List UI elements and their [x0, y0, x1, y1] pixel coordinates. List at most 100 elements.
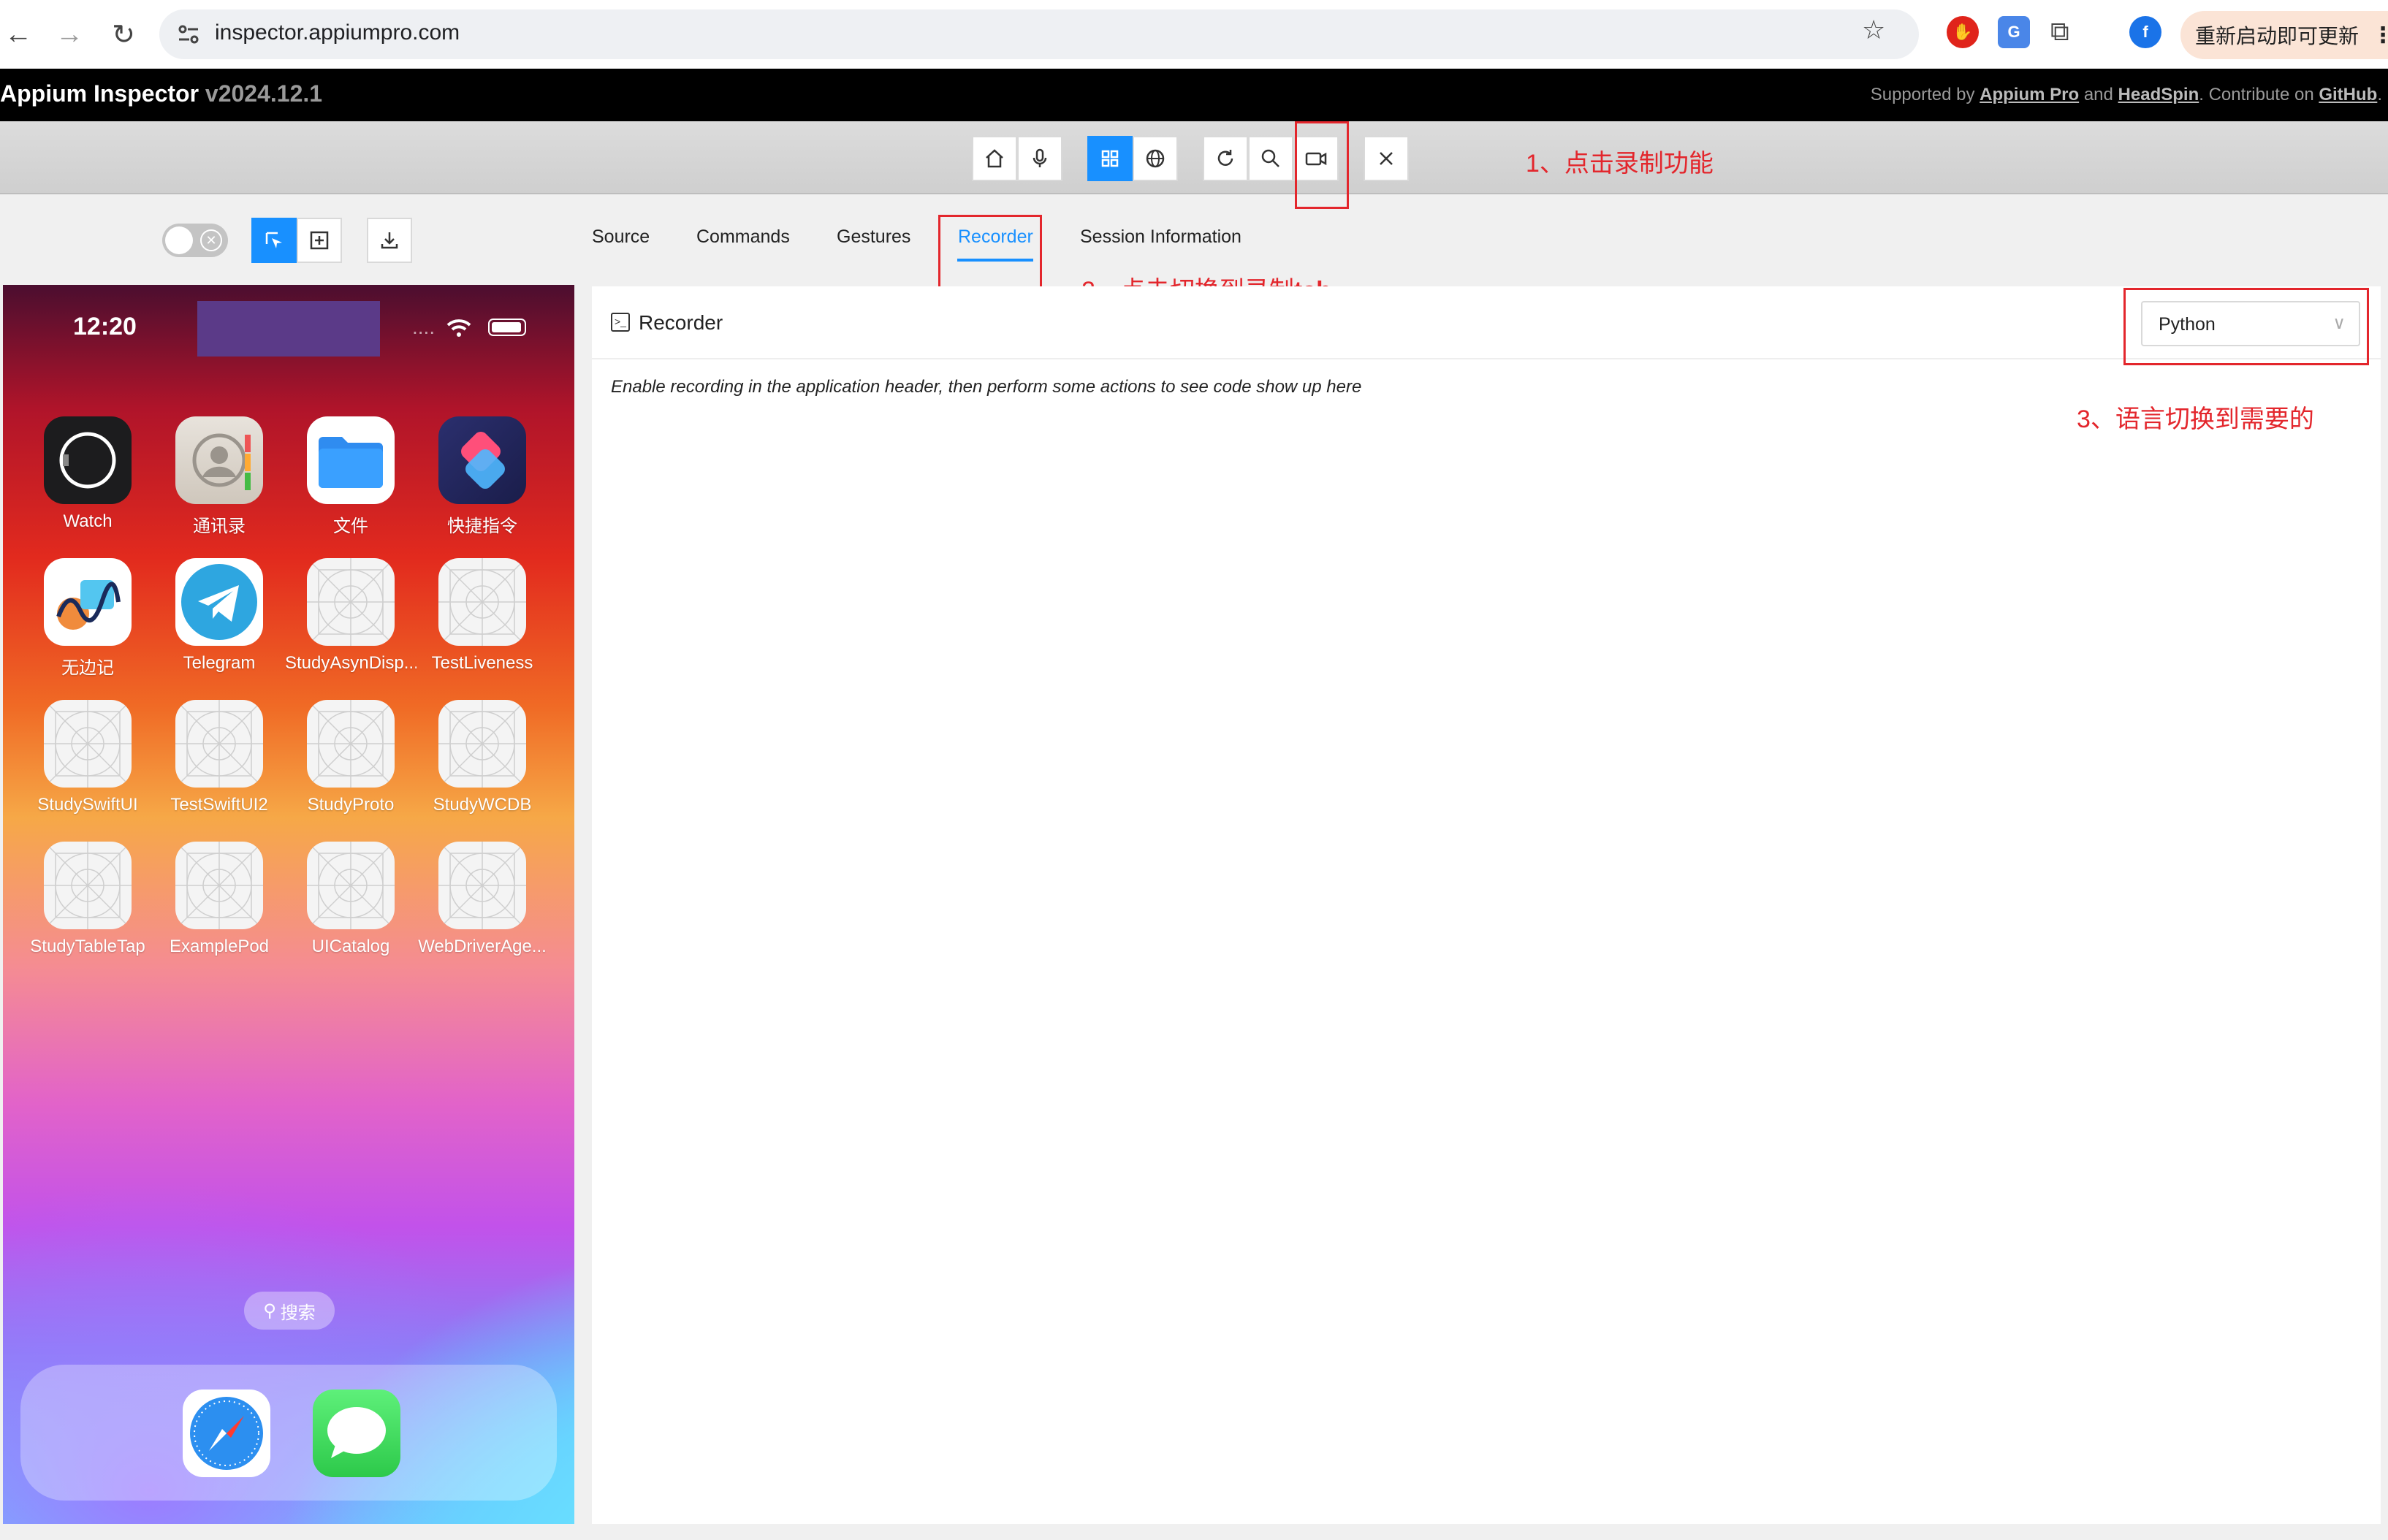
terminal-icon: >_ — [611, 313, 630, 332]
credit-text: Supported by — [1870, 85, 1980, 104]
search-elements-button[interactable] — [1248, 136, 1293, 181]
status-time: 12:20 — [73, 313, 137, 340]
app-label: 无边记 — [61, 658, 114, 678]
device-screenshot[interactable]: 12:20 .... Watch 通讯录 文件 快捷指令 无边记 Telegra… — [3, 285, 574, 1524]
placeholder-app-icon — [438, 700, 526, 788]
select-cursor-icon — [265, 232, 282, 248]
placeholder-app-icon — [307, 558, 395, 646]
shortcuts-app-icon — [438, 416, 526, 504]
extensions-puzzle-icon[interactable]: ⧉ — [2050, 16, 2069, 47]
placeholder-app-icon — [44, 700, 132, 788]
signal-icon: .... — [412, 316, 436, 338]
profile-initial: f — [2142, 23, 2148, 41]
search-icon — [1261, 149, 1279, 167]
siri-button[interactable] — [1017, 136, 1062, 181]
app-label: WebDriverAge... — [418, 937, 547, 956]
app-study-proto[interactable]: StudyProto — [285, 700, 417, 839]
app-ui-catalog[interactable]: UICatalog — [285, 842, 417, 980]
select-elements-button[interactable] — [251, 218, 297, 263]
credit-text: . Contribute on — [2199, 85, 2319, 104]
app-label: UICatalog — [311, 937, 390, 956]
app-test-liveness[interactable]: TestLiveness — [417, 558, 548, 697]
browser-toolbar: ← → ↻ inspector.appiumpro.com ☆ ✋ G ⧉ f … — [0, 0, 2388, 69]
tab-commands[interactable]: Commands — [696, 226, 790, 248]
app-shortcuts[interactable]: 快捷指令 — [417, 416, 548, 555]
appium-pro-link[interactable]: Appium Pro — [1980, 85, 2079, 104]
app-freeform[interactable]: 无边记 — [22, 558, 153, 697]
annotation-box-recorder-tab — [938, 215, 1042, 295]
placeholder-app-icon — [175, 700, 263, 788]
contacts-app-icon — [175, 416, 263, 504]
address-bar[interactable]: inspector.appiumpro.com — [159, 9, 1919, 59]
show-attributes-toggle[interactable]: ✕ — [162, 224, 228, 257]
messages-app-icon[interactable] — [313, 1390, 400, 1477]
app-label: 文件 — [333, 516, 368, 536]
app-version: v2024.12.1 — [205, 80, 323, 107]
app-contacts[interactable]: 通讯录 — [153, 416, 285, 555]
native-mode-icon — [1101, 150, 1119, 167]
forward-arrow-icon[interactable]: → — [47, 12, 92, 57]
app-files[interactable]: 文件 — [285, 416, 417, 555]
app-label: ExamplePod — [169, 937, 270, 956]
app-label: StudyProto — [307, 795, 395, 815]
battery-icon — [488, 319, 526, 336]
placeholder-app-icon — [175, 842, 263, 929]
download-screenshot-button[interactable] — [367, 218, 412, 263]
app-test-swiftui2[interactable]: TestSwiftUI2 — [153, 700, 285, 839]
freeform-app-icon — [44, 558, 132, 646]
recorder-empty-hint: Enable recording in the application head… — [611, 377, 1362, 397]
app-study-asyn-disp[interactable]: StudyAsynDisp... — [285, 558, 417, 697]
tap-coordinates-button[interactable] — [297, 218, 342, 263]
placeholder-app-icon — [438, 558, 526, 646]
update-button[interactable]: 重新启动即可更新 ⋮ — [2180, 11, 2388, 59]
header-credit: Supported by Appium Pro and HeadSpin. Co… — [1871, 85, 2382, 105]
crosshair-plus-icon — [310, 231, 329, 250]
app-telegram[interactable]: Telegram — [153, 558, 285, 697]
app-watch[interactable]: Watch — [22, 416, 153, 555]
app-study-table-tap[interactable]: StudyTableTap — [22, 842, 153, 980]
tab-session-information[interactable]: Session Information — [1080, 226, 1241, 248]
placeholder-app-icon — [438, 842, 526, 929]
tab-source[interactable]: Source — [592, 226, 650, 248]
app-label: StudySwiftUI — [37, 795, 138, 815]
tab-gestures[interactable]: Gestures — [837, 226, 910, 248]
placeholder-app-icon — [307, 842, 395, 929]
refresh-button[interactable] — [1203, 136, 1248, 181]
home-search-pill[interactable]: ⚲ 搜索 — [244, 1292, 335, 1330]
app-webdriver-agent[interactable]: WebDriverAge... — [417, 842, 548, 980]
app-name: Appium Inspector — [0, 80, 199, 107]
recorder-panel: >_ Recorder Python ∨ Enable recording in… — [592, 286, 2381, 1524]
more-menu-icon[interactable]: ⋮ — [2372, 23, 2388, 48]
safari-app-icon[interactable] — [183, 1390, 270, 1477]
profile-avatar[interactable]: f — [2129, 16, 2161, 48]
native-app-mode-button[interactable] — [1087, 136, 1133, 181]
toggle-knob — [165, 226, 193, 254]
translate-extension-icon[interactable]: G — [1998, 16, 2030, 48]
annotation-step1: 1、点击录制功能 — [1526, 150, 1714, 178]
app-label: Telegram — [183, 653, 256, 673]
headspin-link[interactable]: HeadSpin — [2118, 85, 2199, 104]
site-settings-icon[interactable] — [175, 21, 202, 47]
quit-session-button[interactable] — [1364, 136, 1409, 181]
bookmark-star-icon[interactable]: ☆ — [1862, 15, 1885, 45]
home-button[interactable] — [972, 136, 1017, 181]
credit-text: and — [2079, 85, 2118, 104]
app-label: TestSwiftUI2 — [170, 795, 268, 815]
back-arrow-icon[interactable]: ← — [0, 12, 41, 57]
web-mode-button[interactable] — [1133, 136, 1178, 181]
placeholder-app-icon — [307, 700, 395, 788]
app-label: 快捷指令 — [447, 516, 517, 536]
app-study-swiftui[interactable]: StudySwiftUI — [22, 700, 153, 839]
adblock-extension-icon[interactable]: ✋ — [1947, 16, 1979, 48]
app-title: Appium Inspector v2024.12.1 — [0, 80, 322, 107]
download-icon — [381, 232, 398, 249]
github-link[interactable]: GitHub — [2319, 85, 2377, 104]
microphone-icon — [1033, 148, 1047, 167]
url-text[interactable]: inspector.appiumpro.com — [215, 20, 460, 45]
app-example-pod[interactable]: ExamplePod — [153, 842, 285, 980]
close-icon — [1380, 152, 1393, 165]
reload-icon[interactable]: ↻ — [101, 12, 146, 57]
inspector-toolbar — [0, 121, 2388, 194]
app-label: TestLiveness — [431, 653, 533, 673]
app-study-wcdb[interactable]: StudyWCDB — [417, 700, 548, 839]
